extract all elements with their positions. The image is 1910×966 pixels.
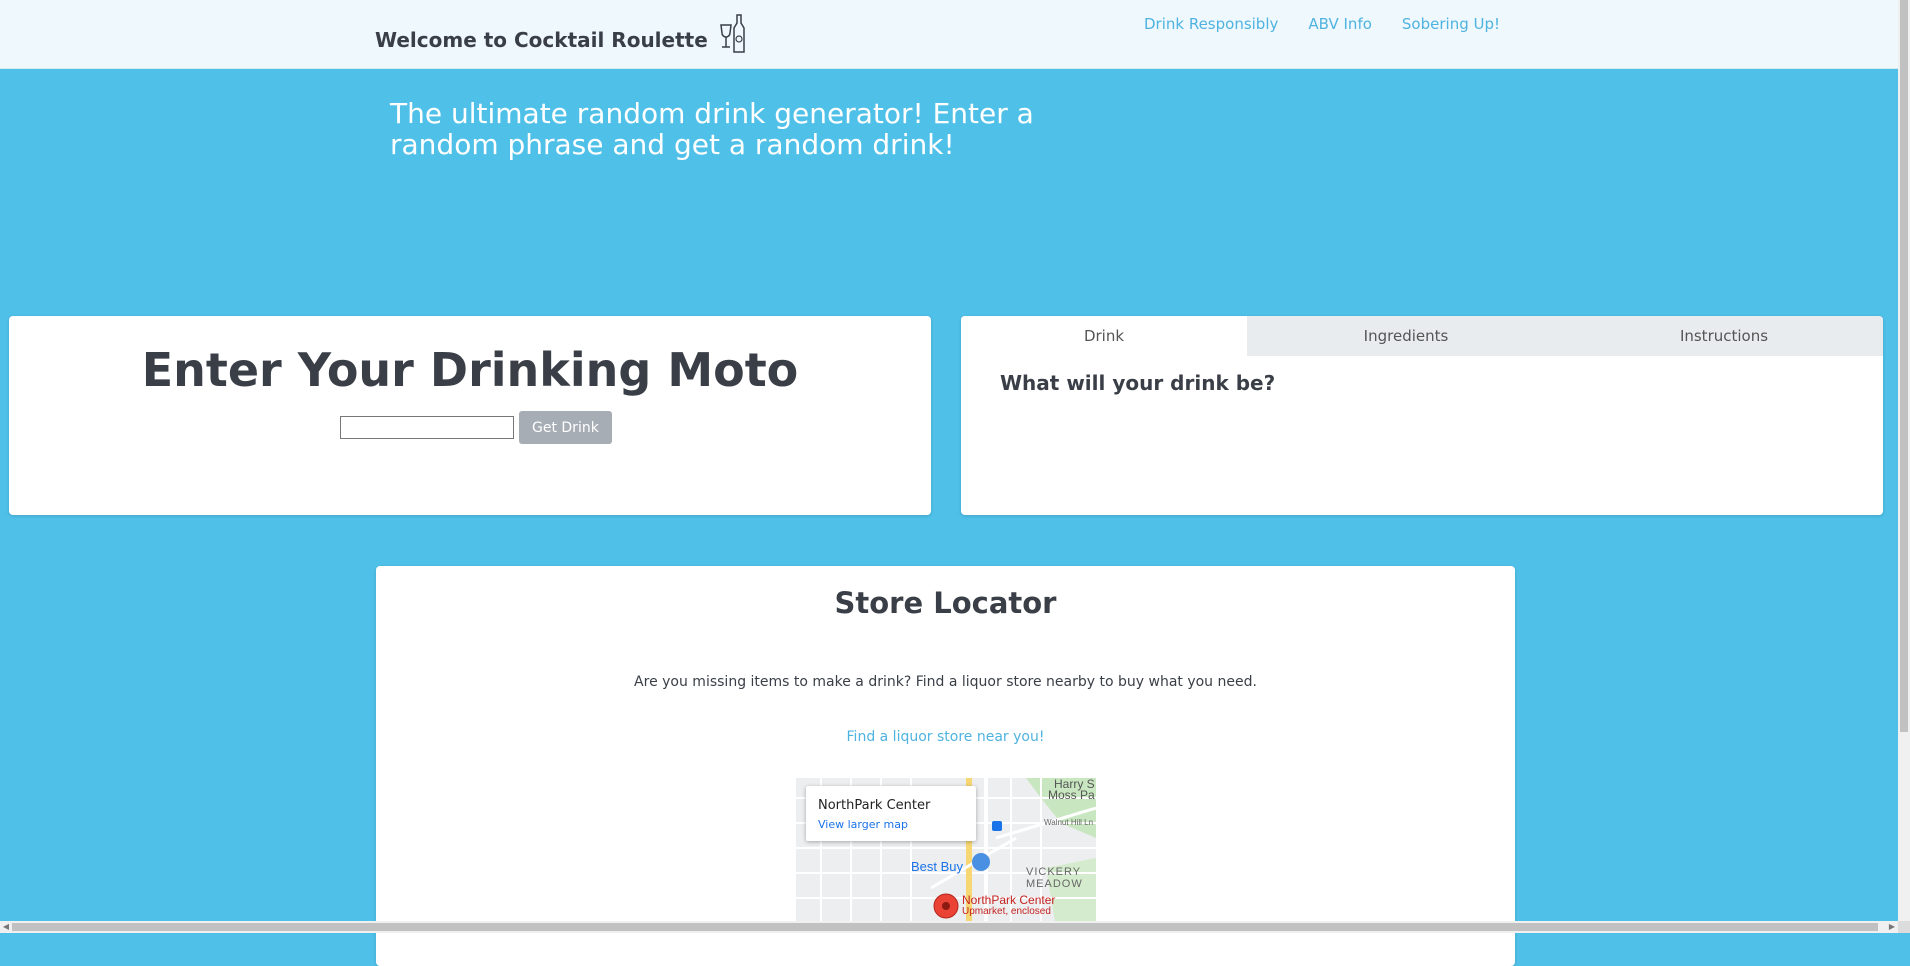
map-embed[interactable]: NorthPark Center View larger map Best Bu… [796,778,1096,928]
get-drink-button[interactable]: Get Drink [519,411,612,444]
map-label-moss: Moss Pa [1048,788,1095,802]
vertical-scrollbar[interactable] [1898,0,1910,921]
store-locator-card: Store Locator Are you missing items to m… [376,566,1515,966]
tab-drink[interactable]: Drink [961,316,1247,356]
map-label-northpark-sub: Upmarket, enclosed [962,906,1051,917]
nav-link-abv-info[interactable]: ABV Info [1308,15,1372,33]
map-label-vickery: VICKERY [1026,866,1082,878]
map-label-meadow: MEADOW [1026,878,1083,890]
nav-link-sobering-up[interactable]: Sobering Up! [1402,15,1500,33]
scroll-left-arrow-icon[interactable]: ◀ [0,921,12,933]
map-popup: NorthPark Center View larger map [806,786,976,841]
moto-card: Enter Your Drinking Moto Get Drink [9,316,931,515]
map-popup-title: NorthPark Center [818,798,931,813]
view-larger-map-link[interactable]: View larger map [818,818,908,831]
horizontal-scrollbar-thumb[interactable] [12,923,1878,931]
vertical-scrollbar-thumb[interactable] [1900,0,1908,732]
horizontal-scrollbar[interactable]: ◀ ▶ [0,921,1898,933]
moto-title: Enter Your Drinking Moto [141,343,799,397]
tab-ingredients[interactable]: Ingredients [1247,316,1565,356]
tab-instructions[interactable]: Instructions [1565,316,1883,356]
nav-links: Drink Responsibly ABV Info Sobering Up! [1144,15,1500,33]
brand-title: Welcome to Cocktail Roulette [375,27,708,52]
drink-question: What will your drink be? [1000,371,1276,395]
store-title: Store Locator [834,586,1057,620]
top-navbar: Welcome to Cocktail Roulette Drink Respo… [0,0,1898,69]
moto-input[interactable] [340,416,514,439]
scrollbar-corner [1898,921,1910,933]
map-label-northpark: NorthPark Center [962,893,1056,907]
drink-card: Drink Ingredients Instructions What will… [961,316,1883,515]
scroll-right-arrow-icon[interactable]: ▶ [1886,921,1898,933]
brand[interactable]: Welcome to Cocktail Roulette [375,14,748,60]
drink-tabs: Drink Ingredients Instructions [961,316,1883,356]
find-store-link[interactable]: Find a liquor store near you! [376,729,1515,745]
map-label-walnut: Walnut Hill Ln [1044,818,1094,827]
wine-bottle-icon [718,13,748,60]
hero-tagline: The ultimate random drink generator! Ent… [390,97,1034,161]
store-description: Are you missing items to make a drink? F… [634,674,1257,690]
moto-form: Get Drink [340,411,612,444]
map-label-best-buy: Best Buy [911,859,964,874]
nav-link-drink-responsibly[interactable]: Drink Responsibly [1144,15,1278,33]
